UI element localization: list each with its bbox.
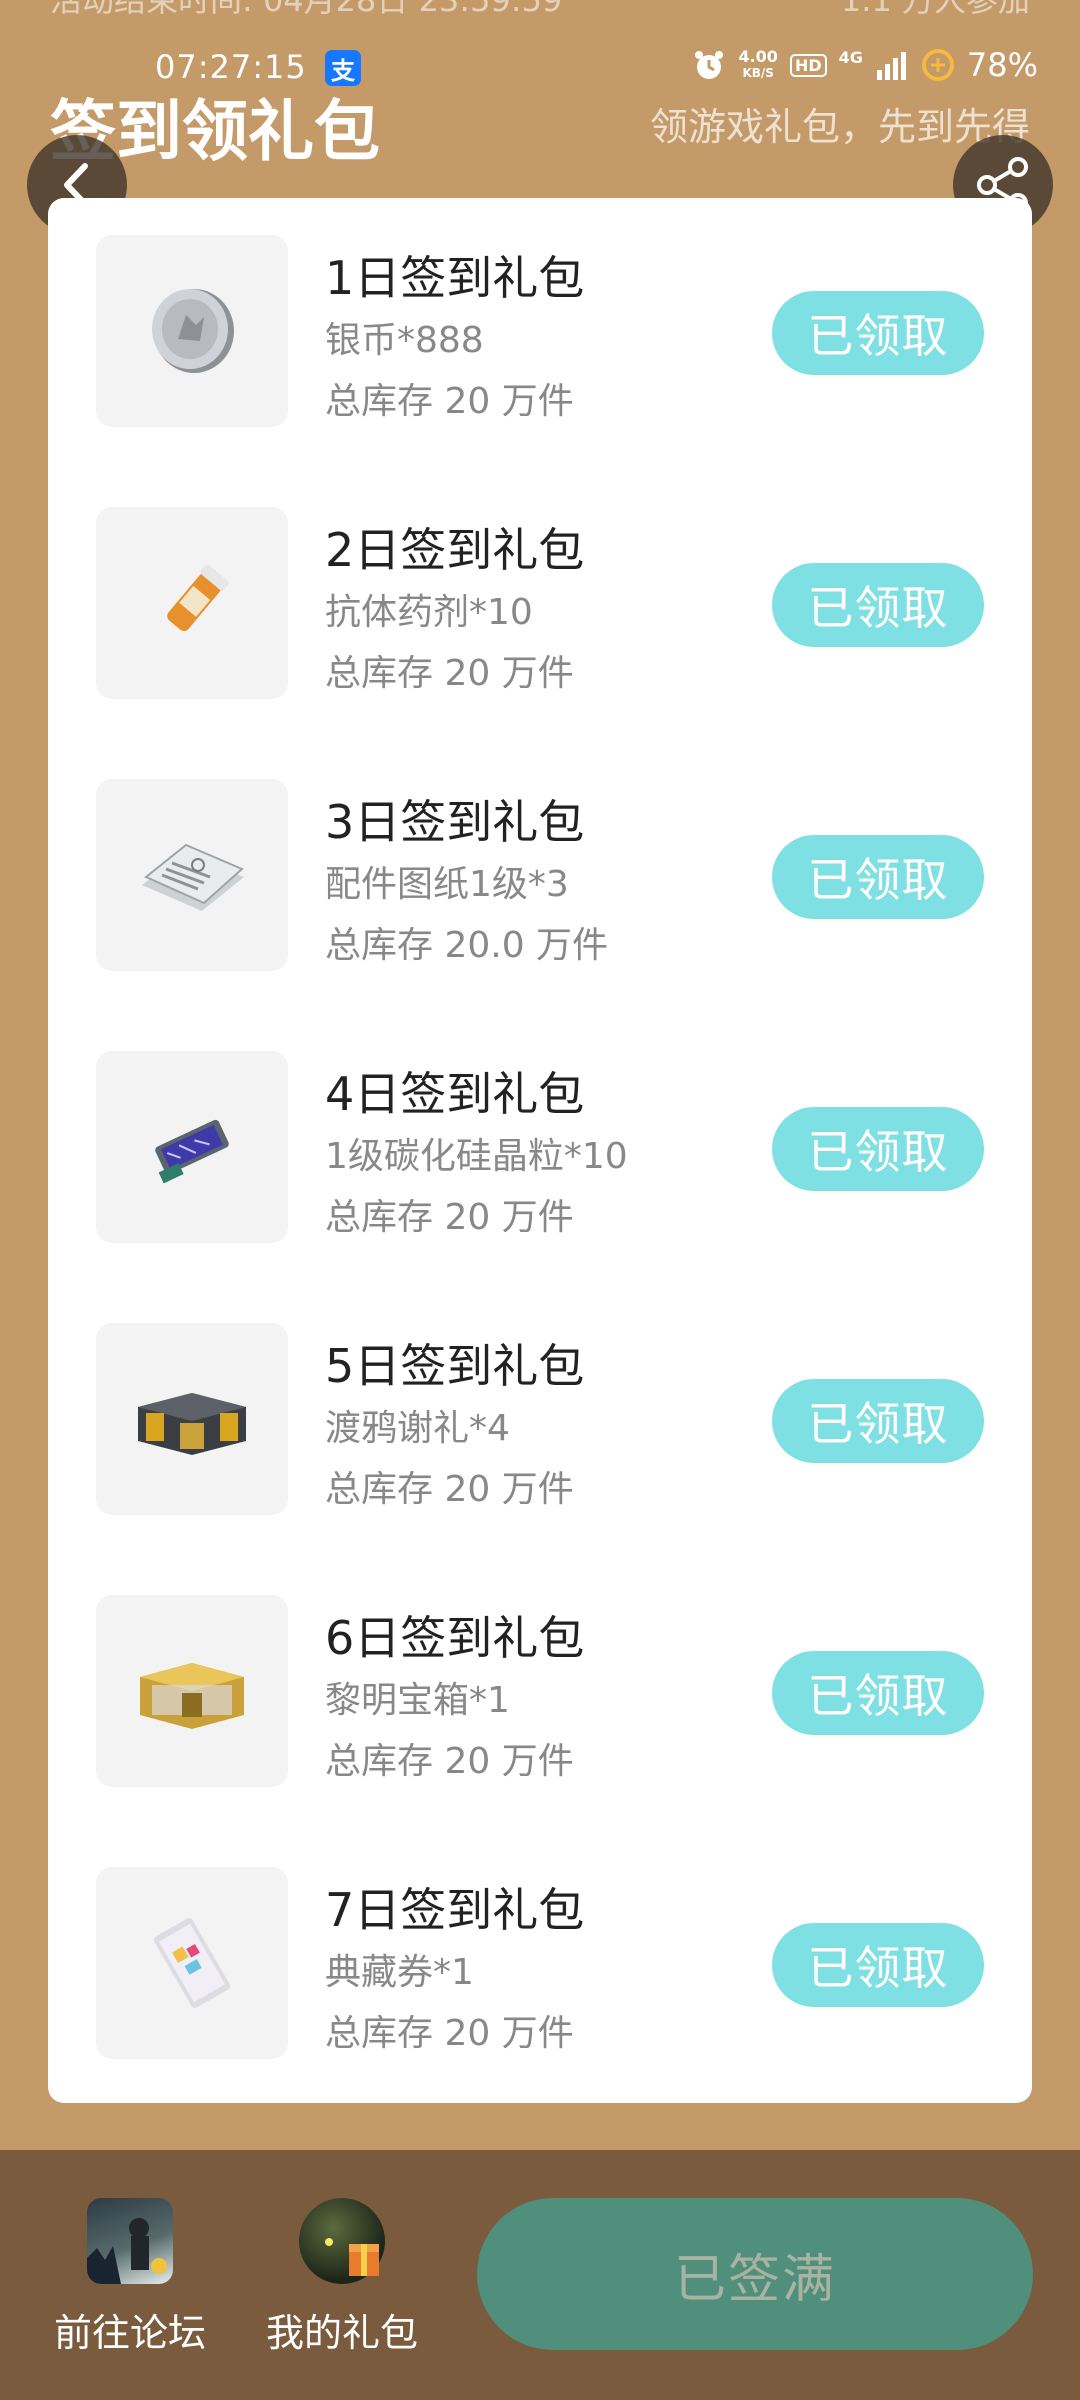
claimed-button[interactable]: 已领取 [772, 291, 984, 375]
gift-row-day1: 1日签到礼包 银币*888 总库存 20 万件 已领取 [48, 198, 1032, 470]
gift-item: 抗体药剂*10 [325, 592, 533, 633]
claimed-button[interactable]: 已领取 [772, 1651, 984, 1735]
status-indicators: 4.00 KB/S HD 4G 78% [692, 46, 1038, 84]
participants-count: 1.1 万人参加 [840, 0, 1030, 19]
hd-badge: HD [789, 53, 827, 77]
gift-item: 1级碳化硅晶粒*10 [325, 1136, 628, 1177]
claimed-button[interactable]: 已领取 [772, 835, 984, 919]
gift-title: 1日签到礼包 [325, 251, 585, 305]
gift-thumbnail [96, 779, 288, 971]
battery-percentage: 78% [966, 46, 1038, 84]
gift-title: 5日签到礼包 [325, 1339, 585, 1393]
gift-list-card: 1日签到礼包 银币*888 总库存 20 万件 已领取 2日签到礼包 抗体药剂*… [48, 198, 1032, 2103]
net-speed: 4.00 KB/S [738, 49, 777, 81]
event-info-strip: 活动结束时间: 04月28日 23:59:59 1.1 万人参加 [50, 0, 1030, 19]
gift-row-day7: 7日签到礼包 典藏券*1 总库存 20 万件 已领取 [48, 1830, 1032, 2102]
event-end-time: 活动结束时间: 04月28日 23:59:59 [50, 0, 563, 19]
gift-item: 银币*888 [325, 320, 484, 361]
gift-item: 配件图纸1级*3 [325, 864, 569, 905]
forum-link[interactable]: 前往论坛 [40, 2198, 220, 2357]
net-speed-unit: KB/S [742, 66, 774, 80]
gift-item: 渡鸦谢礼*4 [325, 1408, 510, 1449]
gift-title: 4日签到礼包 [325, 1067, 585, 1121]
forum-app-icon [87, 2198, 173, 2284]
net-speed-value: 4.00 [738, 47, 778, 66]
gift-row-day4: 4日签到礼包 1级碳化硅晶粒*10 总库存 20 万件 已领取 [48, 1014, 1032, 1286]
network-type: 4G [838, 47, 863, 67]
bottom-bar: 前往论坛 我的礼包 已签满 [0, 2150, 1080, 2400]
signal-icon [876, 52, 906, 80]
gift-title: 2日签到礼包 [325, 523, 585, 577]
gift-stock: 总库存 20 万件 [325, 2013, 574, 2054]
silver-coin-icon [152, 289, 234, 373]
raven-crate-icon [138, 1393, 246, 1455]
claimed-button[interactable]: 已领取 [772, 1107, 984, 1191]
forum-label: 前往论坛 [53, 2311, 206, 2355]
my-gifts-label: 我的礼包 [265, 2311, 418, 2355]
gift-row-day5: 5日签到礼包 渡鸦谢礼*4 总库存 20 万件 已领取 [48, 1286, 1032, 1558]
alarm-icon [695, 51, 724, 79]
power-saving-icon [921, 49, 954, 81]
crystal-chip-icon [155, 1119, 229, 1184]
gift-stock: 总库存 20 万件 [325, 1197, 574, 1238]
gift-thumbnail [96, 507, 288, 699]
gift-stock: 总库存 20.0 万件 [325, 925, 609, 966]
gift-row-day3: 3日签到礼包 配件图纸1级*3 总库存 20.0 万件 已领取 [48, 742, 1032, 1014]
gift-thumbnail [96, 235, 288, 427]
gift-title: 6日签到礼包 [325, 1611, 585, 1665]
gift-row-day2: 2日签到礼包 抗体药剂*10 总库存 20 万件 已领取 [48, 470, 1032, 742]
gift-item: 典藏券*1 [325, 1952, 474, 1993]
blueprint-icon [142, 843, 244, 911]
gift-title: 7日签到礼包 [325, 1883, 585, 1937]
gift-thumbnail [96, 1867, 288, 2059]
gift-thumbnail [96, 1051, 288, 1243]
gift-stock: 总库存 20 万件 [325, 653, 574, 694]
page-subtitle: 领游戏礼包，先到先得 [649, 105, 1030, 149]
gift-title: 3日签到礼包 [325, 795, 585, 849]
gift-thumbnail [96, 1323, 288, 1515]
gift-stock: 总库存 20 万件 [325, 1469, 574, 1510]
claimed-button[interactable]: 已领取 [772, 563, 984, 647]
gift-item: 黎明宝箱*1 [325, 1680, 510, 1721]
claimed-button[interactable]: 已领取 [772, 1379, 984, 1463]
gift-thumbnail [96, 1595, 288, 1787]
claimed-button[interactable]: 已领取 [772, 1923, 984, 2007]
gift-row-day6: 6日签到礼包 黎明宝箱*1 总库存 20 万件 已领取 [48, 1558, 1032, 1830]
gift-stock: 总库存 20 万件 [325, 1741, 574, 1782]
collection-ticket-icon [153, 1917, 231, 2009]
signed-full-button[interactable]: 已签满 [477, 2198, 1033, 2350]
medicine-bottle-icon [167, 564, 229, 631]
my-gifts-avatar [299, 2198, 385, 2284]
my-gifts-link[interactable]: 我的礼包 [252, 2198, 432, 2357]
dawn-chest-icon [140, 1663, 244, 1729]
gift-stock: 总库存 20 万件 [325, 381, 574, 422]
